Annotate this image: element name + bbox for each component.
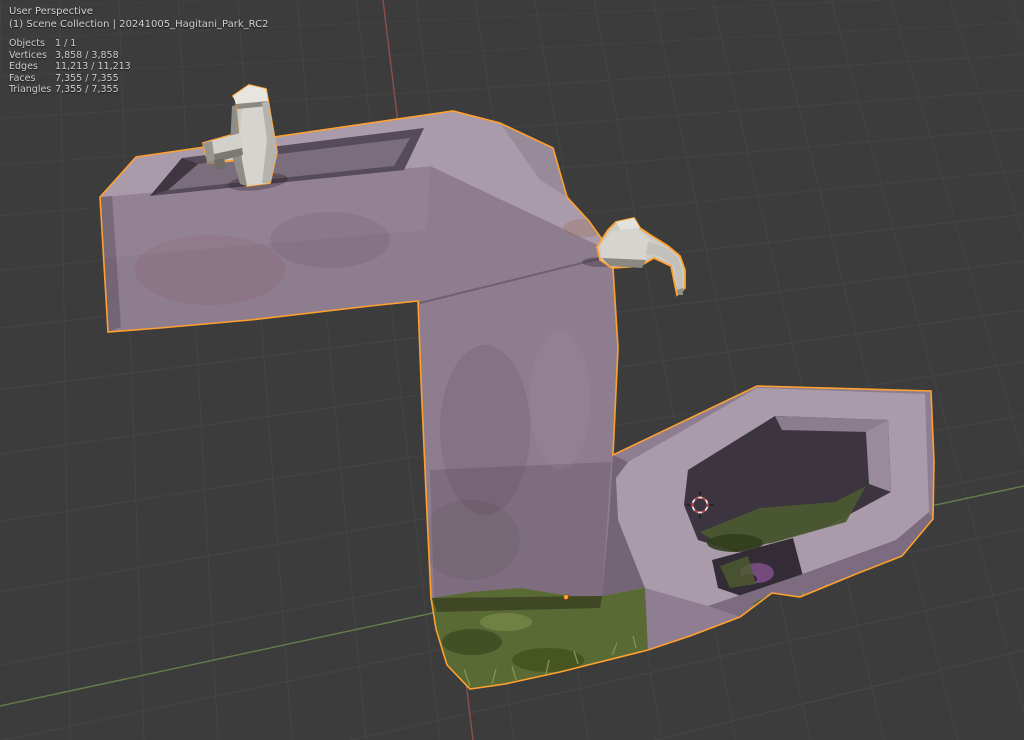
stat-label: Vertices — [9, 49, 47, 61]
stat-label: Faces — [9, 72, 36, 84]
stat-row-objects: Objects 1 / 1 — [9, 38, 268, 50]
view-perspective-label: User Perspective — [9, 6, 93, 17]
stat-row-vertices: Vertices 3,858 / 3,858 — [9, 50, 268, 62]
blender-3d-viewport[interactable]: User Perspective (1) Scene Collection | … — [0, 0, 1024, 740]
scene-collection-breadcrumb: (1) Scene Collection | 20241005_Hagitani… — [9, 19, 269, 30]
stat-label: Objects — [9, 38, 45, 49]
stat-value: 11,213 / 11,213 — [55, 61, 131, 72]
stat-value: 7,355 / 7,355 — [55, 72, 119, 84]
stat-row-edges: Edges 11,213 / 11,213 — [9, 61, 268, 73]
viewport-text-overlay: User Perspective (1) Scene Collection | … — [9, 5, 268, 96]
object-origin-dot — [563, 594, 570, 601]
statistics-overlay: Objects 1 / 1 Vertices 3,858 / 3,858 Edg… — [9, 38, 268, 96]
stat-label: Triangles — [9, 84, 52, 95]
stat-row-faces: Faces 7,355 / 7,355 — [9, 73, 268, 85]
stat-value: 7,355 / 7,355 — [55, 84, 119, 95]
stat-label: Edges — [9, 61, 38, 72]
viewport-canvas[interactable] — [0, 0, 1024, 740]
stat-row-triangles: Triangles 7,355 / 7,355 — [9, 84, 268, 96]
stat-value: 3,858 / 3,858 — [55, 49, 119, 61]
stat-value: 1 / 1 — [55, 38, 77, 49]
